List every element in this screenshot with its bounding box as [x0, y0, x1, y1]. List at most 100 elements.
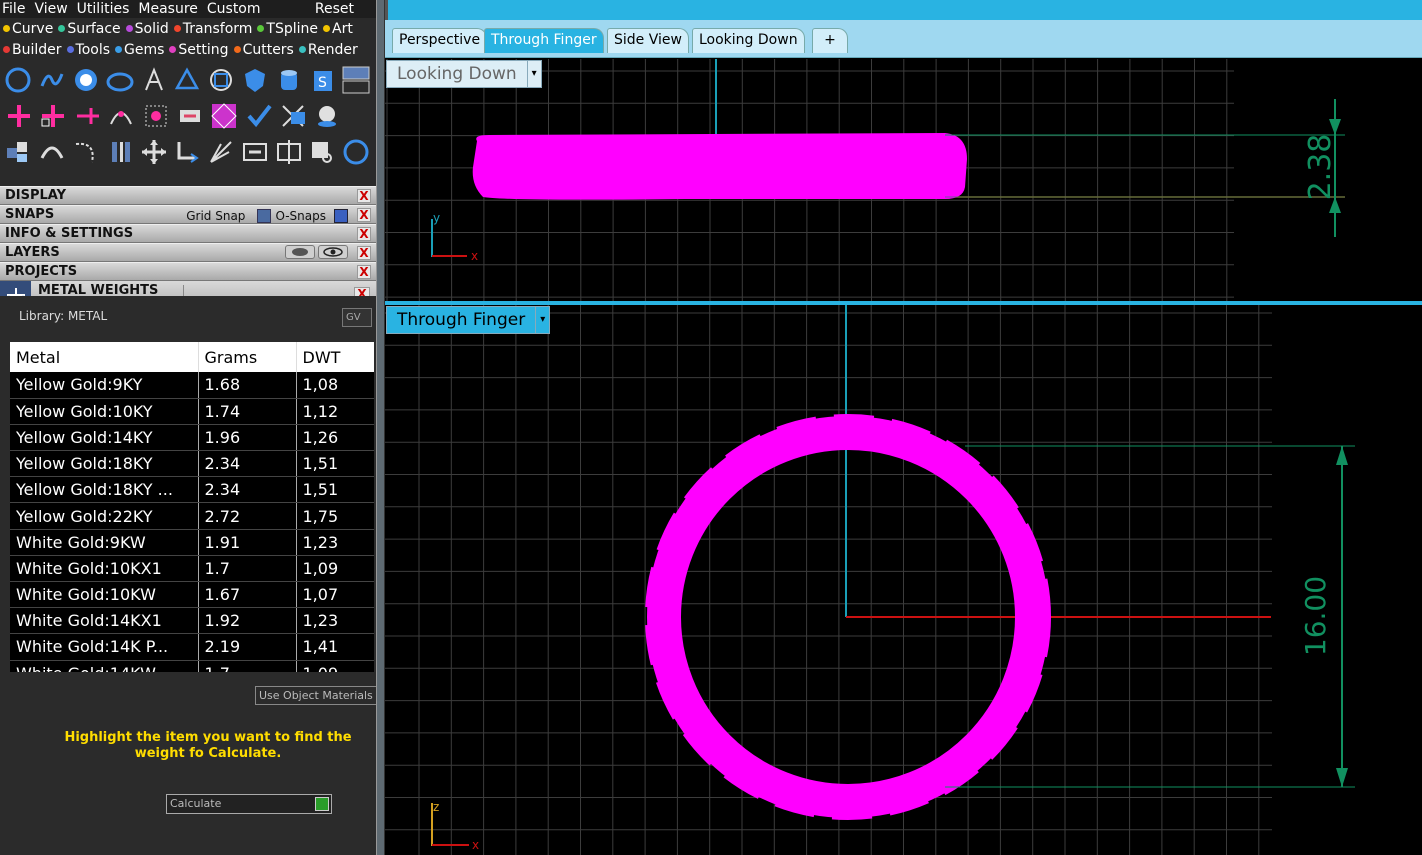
viewport-looking-down[interactable]: 2.38 y x Looking Down ▾	[385, 59, 1422, 301]
add-point-icon[interactable]	[2, 99, 35, 132]
viewport-through-finger[interactable]: 16.00 z x Through Finger ▾	[385, 305, 1422, 855]
module-gems[interactable]: Gems	[112, 42, 164, 58]
check-icon[interactable]	[242, 99, 275, 132]
tab-side-view[interactable]: Side View	[607, 28, 689, 53]
module-setting[interactable]: Setting	[166, 42, 229, 58]
table-row[interactable]: Yellow Gold:14KY 1.96 1,26	[10, 424, 374, 452]
clean-icon[interactable]	[276, 99, 309, 132]
use-object-materials-button[interactable]: Use Object Materials	[255, 686, 376, 705]
table-row[interactable]: White Gold:10KW 1.67 1,07	[10, 581, 374, 609]
play-icon[interactable]	[315, 797, 329, 811]
add-node-icon[interactable]	[36, 99, 69, 132]
o-snaps-checkbox[interactable]	[257, 209, 272, 223]
explode-icon[interactable]	[139, 99, 172, 132]
table-row[interactable]: White Gold:9KW 1.91 1,23	[10, 529, 374, 556]
prong-tool-icon[interactable]	[137, 63, 170, 96]
array-icon[interactable]	[205, 135, 238, 168]
cylinder-tool-icon[interactable]	[273, 63, 306, 96]
chevron-down-icon[interactable]: ▾	[535, 307, 550, 333]
close-icon[interactable]: X	[357, 208, 371, 222]
snap-toggle[interactable]	[334, 209, 348, 223]
through-finger-canvas[interactable]: 16.00 z x	[385, 305, 1422, 855]
close-icon[interactable]: X	[357, 265, 371, 279]
table-row[interactable]: Yellow Gold:18KY ... 2.34 1,51	[10, 476, 374, 504]
table-row[interactable]: White Gold:14KX1 1.92 1,23	[10, 607, 374, 635]
freeform-tool-icon[interactable]	[36, 63, 69, 96]
link-chain-icon[interactable]	[173, 99, 206, 132]
mirror-icon[interactable]	[103, 135, 136, 168]
add-tab-button[interactable]: +	[812, 28, 848, 53]
layers-panel-header[interactable]: LAYERS X	[0, 243, 376, 262]
menu-view[interactable]: View	[34, 1, 67, 17]
layer-shape-icon[interactable]	[285, 245, 315, 259]
module-label: Tools	[75, 41, 111, 58]
module-transform[interactable]: Transform	[171, 21, 252, 37]
table-row[interactable]: Yellow Gold:18KY 2.34 1,51	[10, 450, 374, 478]
looking-down-canvas[interactable]: 2.38 y x	[385, 59, 1422, 301]
move-icon[interactable]	[137, 135, 170, 168]
tab-looking-down[interactable]: Looking Down	[692, 28, 805, 53]
circle-outline-icon[interactable]	[340, 135, 373, 168]
arc-point-icon[interactable]	[105, 99, 138, 132]
module-tspline[interactable]: TSpline	[254, 21, 318, 37]
display-panel-header[interactable]: DISPLAY X	[0, 186, 376, 205]
menu-reset[interactable]: Reset	[315, 1, 354, 17]
setting-tool-icon[interactable]	[205, 63, 238, 96]
module-solid[interactable]: Solid	[123, 21, 169, 37]
close-icon[interactable]: X	[357, 246, 371, 260]
info-panel-header[interactable]: INFO & SETTINGS X	[0, 224, 376, 243]
table-row[interactable]: White Gold:10KX1 1.7 1,09	[10, 555, 374, 583]
tab-through-finger[interactable]: Through Finger	[484, 28, 604, 53]
projects-panel-header[interactable]: PROJECTS X	[0, 262, 376, 281]
module-surface[interactable]: Surface	[55, 21, 121, 37]
menu-file[interactable]: File	[2, 1, 25, 17]
column-header-metal[interactable]: Metal	[10, 342, 199, 372]
cut-icon[interactable]	[306, 135, 339, 168]
sphere-icon[interactable]	[311, 99, 344, 132]
panel-divider[interactable]	[376, 0, 385, 855]
blocks-icon[interactable]	[2, 135, 35, 168]
curve-edit-icon[interactable]	[70, 135, 103, 168]
eye-icon[interactable]	[318, 245, 348, 259]
module-art[interactable]: Art	[320, 21, 353, 37]
table-row[interactable]: White Gold:14K P... 2.19 1,41	[10, 633, 374, 661]
close-icon[interactable]: X	[357, 189, 371, 203]
shank-tool-icon[interactable]	[103, 63, 136, 96]
ring-top-view[interactable]	[472, 133, 967, 200]
toggle-view-icon[interactable]	[340, 63, 373, 96]
bezel-tool-icon[interactable]	[171, 63, 204, 96]
column-header-grams[interactable]: Grams	[198, 342, 297, 372]
viewport-label-through-finger[interactable]: Through Finger ▾	[386, 306, 551, 334]
module-tools[interactable]: Tools	[64, 41, 111, 58]
column-header-dwt[interactable]: DWT	[296, 342, 374, 372]
gv-button[interactable]: GV	[342, 308, 372, 327]
shield-tool-icon[interactable]	[239, 63, 272, 96]
ring-tool-icon[interactable]	[70, 63, 103, 96]
link-icon[interactable]	[239, 135, 272, 168]
tab-perspective[interactable]: Perspective	[392, 28, 488, 53]
module-curve[interactable]: Curve	[0, 21, 53, 37]
table-row[interactable]: Yellow Gold:9KY 1.68 1,08	[10, 372, 374, 399]
snaps-panel-header[interactable]: SNAPS Grid Snap O-Snaps X	[0, 205, 376, 224]
circle-tool-icon[interactable]	[2, 63, 35, 96]
bend-icon[interactable]	[36, 135, 69, 168]
module-builder[interactable]: Builder	[0, 42, 62, 58]
menu-custom[interactable]: Custom	[207, 1, 261, 17]
cup-tool-icon[interactable]: S	[306, 63, 339, 96]
module-render[interactable]: Render	[296, 42, 358, 58]
split-icon[interactable]	[273, 135, 306, 168]
close-icon[interactable]: X	[357, 227, 371, 241]
calculate-button[interactable]: Calculate	[166, 794, 332, 814]
table-row[interactable]: Yellow Gold:22KY 2.72 1,75	[10, 502, 374, 530]
viewport-label-looking-down[interactable]: Looking Down ▾	[386, 60, 542, 88]
rotate-icon[interactable]	[171, 135, 204, 168]
texture-icon[interactable]	[208, 99, 241, 132]
module-cutters[interactable]: Cutters	[231, 42, 294, 58]
menu-measure[interactable]: Measure	[138, 1, 198, 17]
insert-point-icon[interactable]	[71, 99, 104, 132]
module-label: TSpline	[266, 20, 319, 37]
chevron-down-icon[interactable]: ▾	[526, 61, 541, 87]
table-row[interactable]: White Gold:14KW1.71,09	[10, 660, 374, 672]
menu-utilities[interactable]: Utilities	[77, 1, 130, 17]
table-row[interactable]: Yellow Gold:10KY 1.74 1,12	[10, 398, 374, 425]
